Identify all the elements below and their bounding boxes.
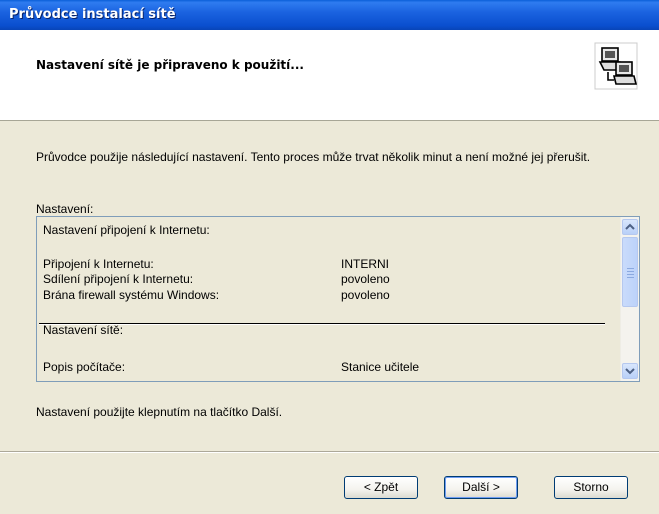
setting-label-firewall: Brána firewall systému Windows: [43,288,220,302]
settings-label: Nastavení: [36,202,94,216]
section-divider [39,323,605,325]
button-separator [0,451,659,453]
cancel-button[interactable]: Storno [554,476,628,499]
page-title: Nastavení sítě je připraveno k použití..… [36,58,304,72]
vertical-scrollbar[interactable] [620,217,639,381]
setting-label-connection: Připojení k Internetu: [43,257,154,271]
chevron-up-icon [625,223,635,230]
window-title: Průvodce instalací sítě [9,7,176,22]
grip-line [627,268,634,269]
network-section-heading: Nastavení sítě: [43,323,124,337]
intro-text: Průvodce použije následující nastavení. … [36,150,591,164]
back-button[interactable]: < Zpět [344,476,418,499]
next-button[interactable]: Další > [444,476,518,499]
setting-value-ics: povoleno [341,272,390,286]
wizard-header: Nastavení sítě je připraveno k použití..… [0,30,659,121]
footer-instruction: Nastavení použijte klepnutím na tlačítko… [36,405,283,419]
setting-value-firewall: povoleno [341,288,390,302]
internet-section-heading: Nastavení připojení k Internetu: [43,223,210,237]
chevron-down-icon [625,368,635,375]
scroll-thumb[interactable] [622,237,638,307]
setting-label-ics: Sdílení připojení k Internetu: [43,272,194,286]
setting-label-computer: Popis počítače: [43,360,126,374]
setting-value-computer: Stanice učitele [341,360,420,374]
settings-listbox[interactable]: Nastavení připojení k Internetu: Připoje… [36,216,640,382]
network-computers-icon [594,42,638,90]
scroll-down-button[interactable] [622,363,638,379]
grip-line [627,274,634,275]
setting-value-connection: INTERNI [341,257,389,271]
grip-line [627,277,634,278]
grip-line [627,271,634,272]
settings-content: Nastavení připojení k Internetu: Připoje… [37,217,609,381]
scroll-up-button[interactable] [622,219,638,235]
title-bar[interactable]: Průvodce instalací sítě [0,0,659,30]
